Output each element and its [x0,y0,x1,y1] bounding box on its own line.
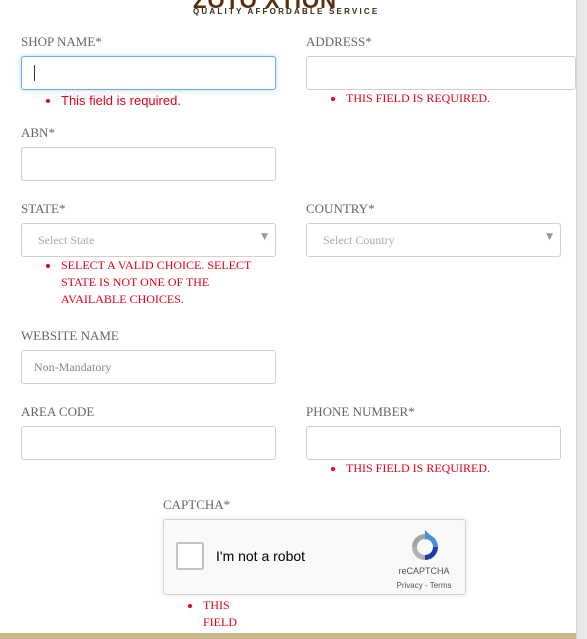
bottom-taskbar-strip [0,633,576,639]
captcha-label: CAPTCHA* [163,497,231,512]
shop-name-label: SHOP NAME* [21,34,102,49]
recaptcha-logo-icon [412,530,438,560]
phone-error: THIS FIELD IS REQUIRED. [331,460,571,478]
state-selected-value: Select State [38,233,95,247]
website-input[interactable]: Non-Mandatory [21,350,276,384]
recaptcha-brand: reCAPTCHA [398,566,450,576]
website-placeholder: Non-Mandatory [34,360,112,374]
captcha-error: THIS FIELD IS [188,597,268,637]
text-caret [34,65,35,81]
chevron-down-icon: ▼ [261,232,268,242]
logo-header: ZOTO XTION QUALITY AFFORDABLE SERVICE [0,0,587,22]
country-label: COUNTRY* [306,201,375,216]
state-error: SELECT A VALID CHOICE. SELECT STATE IS N… [46,257,276,309]
recaptcha-widget: I'm not a robot reCAPTCHA Privacy - Term… [163,519,466,595]
error-bullet [331,97,335,101]
scrollbar-track[interactable] [576,0,587,639]
shop-name-input[interactable] [21,56,276,90]
country-selected-value: Select Country [323,233,395,247]
error-bullet [331,467,335,471]
abn-label: ABN* [21,125,55,140]
recaptcha-privacy-terms-link[interactable]: Privacy - Terms [384,581,464,590]
error-bullet [46,99,50,103]
area-code-label: AREA CODE [21,404,95,419]
recaptcha-checkbox[interactable] [176,542,204,570]
state-select[interactable]: Select State ▼ [21,223,276,257]
area-code-input[interactable] [21,426,276,460]
shop-name-error: This field is required. [46,92,266,110]
error-bullet [188,604,192,608]
recaptcha-text: I'm not a robot [216,548,306,564]
logo-tagline: QUALITY AFFORDABLE SERVICE [193,7,380,16]
address-input[interactable] [306,56,576,90]
website-label: WEBSITE NAME [21,328,119,343]
phone-input[interactable] [306,426,561,460]
abn-input[interactable] [21,147,276,181]
chevron-down-icon: ▼ [546,232,553,242]
country-select[interactable]: Select Country ▼ [306,223,561,257]
error-bullet [46,264,50,268]
address-label: ADDRESS* [306,34,372,49]
phone-label: PHONE NUMBER* [306,404,415,419]
address-error: THIS FIELD IS REQUIRED. [331,90,571,108]
state-label: STATE* [21,201,66,216]
